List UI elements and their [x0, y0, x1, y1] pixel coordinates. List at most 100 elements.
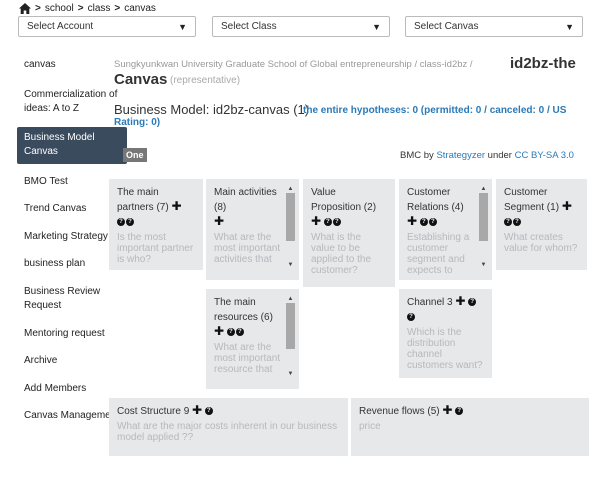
scroll-up-icon[interactable]: ▲ [286, 185, 295, 193]
card-placeholder: What are the major costs inherent in our… [117, 421, 338, 443]
strategyzer-link[interactable]: Strategyzer [436, 150, 485, 161]
card-title-text: Cost Structure 9 [117, 406, 190, 417]
credit-line: BMC by Strategyzer under CC BY-SA 3.0 [400, 150, 574, 161]
breadcrumb-class[interactable]: class [88, 3, 111, 14]
card-title-text: Customer Segment (1) [504, 187, 560, 213]
help-icon[interactable]: ? [235, 328, 244, 337]
card-placeholder: What are the most important activities t… [214, 232, 281, 265]
scroll-thumb[interactable] [479, 193, 488, 241]
card-title: Channel 3 ✚ ? ? [407, 295, 484, 325]
representative-label: (representative) [170, 75, 241, 86]
chevron-down-icon: ▼ [565, 21, 574, 32]
card-title-text: Customer Relations (4) [407, 187, 464, 213]
hypotheses-rating[interactable]: Rating: 0) [114, 117, 160, 128]
breadcrumb-canvas[interactable]: canvas [124, 3, 156, 14]
page-subtitle: Sungkyunkwan University Graduate School … [114, 59, 473, 70]
sidebar-item-commercialization[interactable]: Commercialization of ideas: A to Z [17, 84, 127, 121]
scrollbar[interactable]: ▲ ▼ [479, 185, 488, 269]
card-title-text: Revenue flows (5) [359, 406, 440, 417]
help-icon[interactable]: ? [117, 218, 125, 227]
add-icon[interactable]: ✚ [311, 214, 321, 228]
sidebar-item-business-review-request[interactable]: Business Review Request [17, 281, 127, 318]
add-icon[interactable]: ✚ [455, 294, 465, 308]
chevron-right-icon: > [35, 2, 41, 14]
card-placeholder: Establishing a customer segment and expe… [407, 232, 470, 276]
credit-prefix: BMC by [400, 150, 434, 161]
scrollbar[interactable]: ▲ ▼ [286, 295, 295, 378]
card-title: Cost Structure 9 ✚ ? [117, 404, 340, 419]
card-title-text: Channel 3 [407, 297, 453, 308]
sidebar-item-business-model-canvas[interactable]: Business Model Canvas [17, 126, 127, 164]
card-key-partners[interactable]: The main partners (7) ✚ ?? Is the most i… [109, 179, 203, 270]
page-title: id2bz-the [510, 55, 576, 72]
add-icon[interactable]: ✚ [442, 403, 452, 417]
card-customer-relations[interactable]: Customer Relations (4) ✚ ?? Establishing… [399, 179, 492, 280]
add-icon[interactable]: ✚ [192, 403, 202, 417]
scroll-down-icon[interactable]: ▼ [286, 261, 295, 269]
home-icon[interactable] [19, 2, 31, 14]
card-title: Customer Relations (4) ✚ ?? [407, 185, 476, 230]
scroll-thumb[interactable] [286, 193, 295, 241]
scroll-up-icon[interactable]: ▲ [479, 185, 488, 193]
card-customer-segment[interactable]: Customer Segment (1) ✚ ?? What creates v… [496, 179, 587, 270]
card-revenue-streams[interactable]: Revenue flows (5) ✚ ? price [351, 398, 589, 456]
select-account[interactable]: Select Account ▼ [18, 16, 196, 37]
card-title: The main partners (7) ✚ ?? [117, 185, 195, 230]
add-icon[interactable]: ✚ [171, 199, 181, 213]
help-icon[interactable]: ? [419, 218, 428, 227]
credit-mid: under [487, 150, 512, 161]
select-canvas-label: Select Canvas [414, 21, 479, 32]
add-icon[interactable]: ✚ [407, 214, 417, 228]
help-icon[interactable]: ? [226, 328, 235, 337]
select-account-label: Select Account [27, 21, 94, 32]
help-icon[interactable]: ? [513, 218, 521, 227]
help-icon[interactable]: ? [126, 218, 134, 227]
card-placeholder: What are the most important resource tha… [214, 342, 281, 375]
help-icon[interactable]: ? [428, 218, 437, 227]
breadcrumb-school[interactable]: school [45, 3, 74, 14]
one-tag[interactable]: One [123, 148, 147, 162]
scroll-up-icon[interactable]: ▲ [286, 295, 295, 303]
card-key-activities[interactable]: Main activities (8) ✚ What are the most … [206, 179, 299, 280]
select-canvas[interactable]: Select Canvas ▼ [405, 16, 583, 37]
scroll-down-icon[interactable]: ▼ [479, 261, 488, 269]
card-title-text: The main resources (6) [214, 297, 273, 323]
sidebar-item-canvas[interactable]: canvas [17, 54, 127, 77]
scroll-thumb[interactable] [286, 303, 295, 349]
hypotheses-summary[interactable]: the entire hypotheses: 0 (permitted: 0 /… [303, 104, 588, 117]
card-placeholder: Is the most important partner is who? [117, 232, 194, 265]
card-title: Revenue flows (5) ✚ ? [359, 404, 581, 419]
help-icon[interactable]: ? [468, 298, 477, 307]
help-icon[interactable]: ? [204, 407, 213, 416]
scroll-down-icon[interactable]: ▼ [286, 370, 295, 378]
card-title-text: The main partners (7) [117, 187, 169, 213]
help-icon[interactable]: ? [504, 218, 512, 227]
business-model-title: Business Model: id2bz-canvas (1) [114, 102, 310, 117]
card-placeholder: What is the value to be applied to the c… [311, 232, 372, 276]
card-value-proposition[interactable]: Value Proposition (2) ✚ ?? What is the v… [303, 179, 395, 287]
chevron-down-icon: ▼ [178, 21, 187, 32]
sidebar-item-mentoring-request[interactable]: Mentoring request [17, 323, 127, 346]
page-title-cont: Canvas [114, 71, 168, 88]
add-icon[interactable]: ✚ [562, 199, 572, 213]
sidebar-item-archive[interactable]: Archive [17, 350, 127, 373]
card-key-resources[interactable]: The main resources (6) ✚ ?? What are the… [206, 289, 299, 389]
sidebar-item-add-members[interactable]: Add Members [17, 378, 127, 401]
help-icon[interactable]: ? [332, 218, 341, 227]
select-class[interactable]: Select Class ▼ [212, 16, 390, 37]
help-icon[interactable]: ? [455, 407, 464, 416]
select-class-label: Select Class [221, 21, 277, 32]
help-icon[interactable]: ? [407, 313, 415, 322]
help-icon[interactable]: ? [323, 218, 332, 227]
license-link[interactable]: CC BY-SA 3.0 [515, 150, 574, 161]
card-title: Value Proposition (2) ✚ ?? [311, 185, 387, 230]
add-icon[interactable]: ✚ [214, 324, 224, 338]
card-cost-structure[interactable]: Cost Structure 9 ✚ ? What are the major … [109, 398, 348, 456]
card-title: Main activities (8) ✚ [214, 185, 283, 230]
card-channels[interactable]: Channel 3 ✚ ? ? Which is the distributio… [399, 289, 492, 378]
card-title: The main resources (6) ✚ ?? [214, 295, 283, 340]
scrollbar[interactable]: ▲ ▼ [286, 185, 295, 269]
add-icon[interactable]: ✚ [214, 214, 224, 228]
chevron-right-icon: > [77, 2, 84, 14]
card-placeholder: price [359, 421, 381, 432]
